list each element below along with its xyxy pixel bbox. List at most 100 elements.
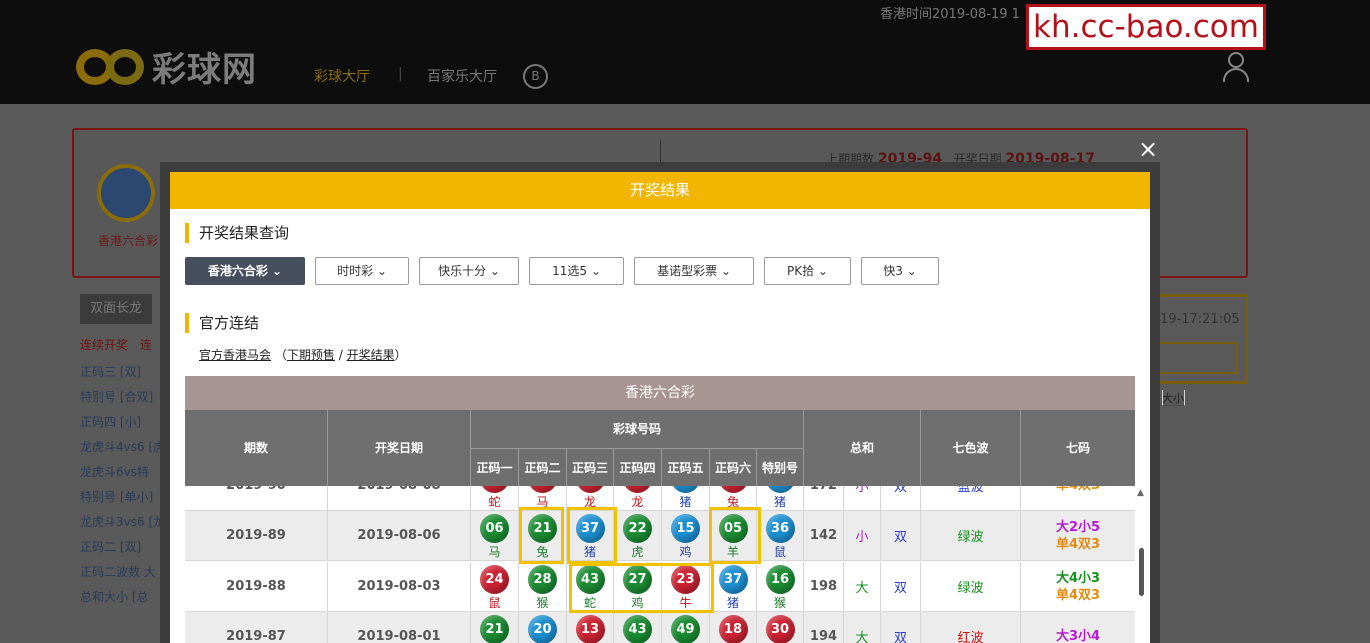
ball-cell: 28 猴 [519, 562, 567, 611]
header-sub-2: 正码二 [519, 448, 567, 486]
period-cell: 2019-87 [185, 612, 328, 643]
parity-cell: 双 [881, 486, 921, 510]
zodiac-label: 马 [488, 545, 501, 559]
lottery-ball: 16 [765, 565, 795, 594]
official-section-title: 官方连结 [185, 313, 259, 333]
ball-cell: 24 鼠 [471, 562, 519, 611]
hk-time: 香港时间2019-08-19 1 [880, 7, 1020, 22]
nav-lottery-hall[interactable]: 彩球大厅 [314, 66, 370, 86]
ball-cell: 30 [757, 612, 804, 643]
header-sub-4: 正码四 [614, 448, 662, 486]
period-cell: 2019-88 [185, 562, 328, 611]
draw-result-link[interactable]: 开奖结果 [347, 348, 395, 362]
lottery-ball: 21 [480, 615, 509, 643]
header-sub-1: 正码一 [471, 448, 519, 486]
qima-size: 大3小4 [1055, 629, 1101, 643]
header-sub-3: 正码三 [567, 448, 614, 486]
header-sub-special: 特别号 [757, 448, 804, 486]
lottery-filter-bar: 香港六合彩 ⌄ 时时彩 ⌄ 快乐十分 ⌄ 11选5 ⌄ 基诺型彩票 ⌄ PK拾 … [185, 257, 949, 285]
ball-cell: 13 [567, 612, 614, 643]
header-date: 开奖日期 [328, 410, 471, 486]
filter-pk10-button[interactable]: PK拾 ⌄ [764, 257, 851, 285]
bg-stats-table: 大小 [1150, 390, 1246, 500]
qima-parity: 单4双3 [1056, 486, 1100, 494]
highlight-box [519, 507, 564, 564]
close-icon[interactable]: × [1138, 137, 1158, 161]
parity-cell: 双 [881, 562, 921, 611]
tab-double-dragon[interactable]: 双面长龙 [80, 294, 152, 324]
list-item: 正码四 [小] [80, 415, 142, 429]
qima-size: 大4小3 [1055, 570, 1101, 586]
header-sub-6: 正码六 [710, 448, 757, 486]
link-separator: / [338, 348, 343, 362]
ball-cell: 43 [614, 612, 662, 643]
lottery-ball: 49 [671, 615, 700, 643]
list-item: 特别号 [单小] [80, 490, 154, 504]
ball-cell: 16 猴 [757, 562, 804, 611]
baccarat-badge-icon[interactable]: B [523, 64, 548, 89]
next-presale-link[interactable]: 下期预售 [287, 348, 335, 362]
hk-marksix-logo-icon [97, 164, 155, 222]
site-logo[interactable]: 彩球网 [76, 42, 257, 91]
zodiac-label: 猴 [536, 596, 549, 610]
ball-cell: 猪 [662, 486, 710, 510]
highlight-box [569, 563, 714, 613]
size-cell: 大 [844, 612, 881, 643]
zodiac-label: 虎 [631, 545, 644, 559]
sum-cell: 172 [804, 486, 844, 510]
lottery-ball: 24 [480, 565, 509, 594]
filter-hk-marksix-button[interactable]: 香港六合彩 ⌄ [185, 257, 305, 285]
ball-cell: 06 马 [471, 511, 519, 560]
table-row: 2019-87 2019-08-01 21 20 13 43 49 18 30 194 大双红波 大3… [185, 612, 1135, 643]
table-title: 香港六合彩 [185, 376, 1135, 410]
size-cell: 大 [844, 562, 881, 611]
lottery-ball [480, 486, 509, 493]
official-hkjc-link[interactable]: 官方香港马会 [199, 348, 271, 362]
zodiac-label: 蛇 [488, 495, 501, 509]
highlight-box [709, 507, 761, 564]
user-icon[interactable] [1222, 52, 1250, 82]
wave-cell: 红波 [921, 612, 1021, 643]
bg-lottery-label: 香港六合彩 [98, 234, 159, 248]
filter-k3-button[interactable]: 快3 ⌄ [861, 257, 939, 285]
query-section-title: 开奖结果查询 [185, 223, 289, 243]
table-header: 期数 开奖日期 彩球号码 正码一 正码二 正码三 正码四 正码五 正码六 特别号… [185, 410, 1135, 486]
date-cell: 2019-08-01 [328, 612, 471, 643]
qima-size: 大2小5 [1055, 519, 1101, 535]
dragon-list-header: 连续开奖 连 [80, 338, 153, 352]
filter-11x5-button[interactable]: 11选5 ⌄ [529, 257, 624, 285]
scroll-up-icon[interactable]: ▲ [1137, 488, 1144, 498]
zodiac-label: 鼠 [488, 596, 501, 610]
filter-happy10-button[interactable]: 快乐十分 ⌄ [419, 257, 519, 285]
logo-rings-icon [76, 45, 148, 89]
lottery-ball: 37 [718, 565, 748, 594]
header-period: 期数 [185, 410, 328, 486]
lottery-ball: 18 [718, 615, 748, 643]
wave-cell: 绿波 [921, 511, 1021, 560]
lottery-ball [718, 486, 748, 493]
list-item: 特别号 [合双] [80, 390, 154, 404]
zodiac-label: 龙 [631, 495, 644, 509]
date-cell: 2019-08-03 [328, 562, 471, 611]
zodiac-label: 猪 [726, 596, 739, 610]
countdown-inner [1150, 342, 1238, 374]
ball-cell: 20 [519, 612, 567, 643]
scroll-thumb[interactable] [1139, 548, 1144, 596]
lottery-ball: 06 [480, 514, 509, 543]
filter-keno-button[interactable]: 基诺型彩票 ⌄ [634, 257, 754, 285]
nav-baccarat-hall[interactable]: 百家乐大厅 [427, 66, 497, 86]
nav-separator: | [398, 66, 403, 82]
qima-parity: 单4双3 [1055, 536, 1101, 552]
lottery-ball: 22 [623, 514, 652, 543]
zodiac-label: 鼠 [773, 545, 786, 559]
table-scrollbar[interactable]: ▲ [1136, 486, 1148, 643]
wave-cell: 蓝波 [921, 486, 1021, 510]
filter-ssc-button[interactable]: 时时彩 ⌄ [315, 257, 409, 285]
header-wave: 七色波 [921, 410, 1021, 486]
header-balls: 彩球号码 [471, 410, 804, 448]
list-item: 龙虎斗3vs6 [龙] [80, 515, 170, 529]
zodiac-label: 猪 [679, 495, 692, 509]
ball-cell: 15 鸡 [662, 511, 710, 560]
qima-cell: 大2小5 单4双3 [1021, 511, 1135, 560]
zodiac-label: 鸡 [679, 545, 692, 559]
